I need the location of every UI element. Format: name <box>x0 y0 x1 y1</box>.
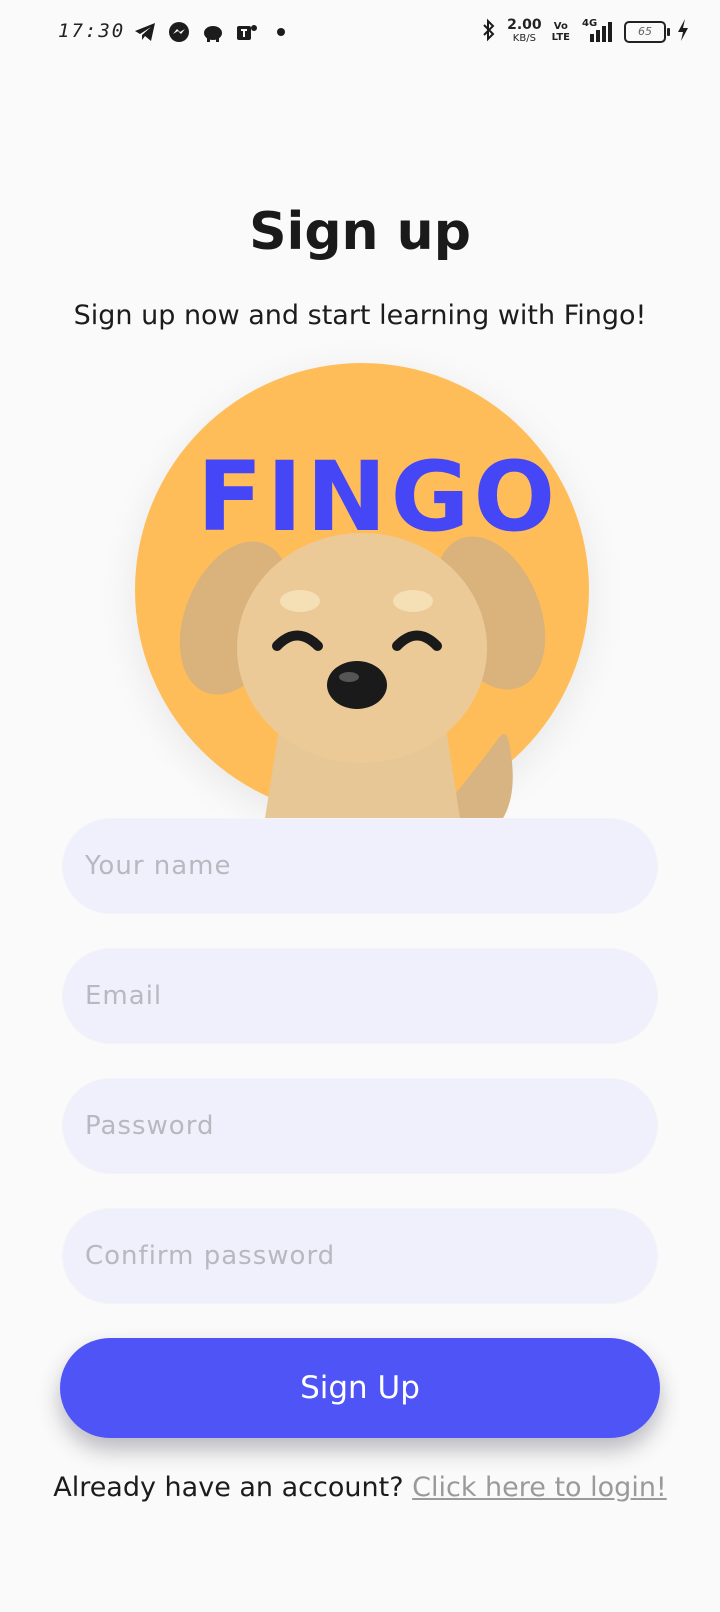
page-subtitle: Sign up now and start learning with Fing… <box>73 300 647 331</box>
network-speed: 2.00 KB/S <box>507 17 542 45</box>
piggy-bank-icon <box>201 20 225 44</box>
signal-icon: 4G <box>580 18 614 44</box>
login-prompt-text: Already have an account? <box>53 1472 404 1503</box>
volte-top: Vo <box>553 21 568 32</box>
battery-indicator: 65 <box>624 21 670 43</box>
password-field[interactable] <box>62 1078 658 1174</box>
sign-up-button[interactable]: Sign Up <box>60 1338 660 1438</box>
teams-icon <box>235 20 259 44</box>
email-field[interactable] <box>62 948 658 1044</box>
confirm-password-field[interactable] <box>62 1208 658 1304</box>
name-field[interactable] <box>62 818 658 914</box>
puppy-mascot-icon <box>179 533 546 818</box>
system-icons: 2.00 KB/S Vo LTE 4G 65 <box>481 18 690 46</box>
dot-icon <box>269 20 293 44</box>
confirm-password-input[interactable] <box>63 1209 657 1303</box>
email-input[interactable] <box>63 949 657 1043</box>
telegram-icon <box>133 20 157 44</box>
login-prompt: Already have an account? Click here to l… <box>0 1472 720 1503</box>
network-type-label: 4G <box>582 18 598 29</box>
volte-indicator: Vo LTE <box>552 21 570 43</box>
hero-illustration: FINGO <box>135 363 589 818</box>
volte-bottom: LTE <box>551 32 570 43</box>
notification-icons <box>133 20 293 44</box>
name-input[interactable] <box>63 819 657 913</box>
status-bar: 17:30 2.00 KB/S Vo LTE 4G 65 <box>0 0 720 66</box>
charging-icon <box>676 18 690 46</box>
messenger-icon <box>167 20 191 44</box>
password-input[interactable] <box>63 1079 657 1173</box>
network-speed-value: 2.00 <box>507 17 542 33</box>
bluetooth-icon <box>481 18 497 46</box>
page-title: Sign up <box>249 202 471 262</box>
login-link[interactable]: Click here to login! <box>412 1472 667 1503</box>
network-speed-unit: KB/S <box>512 33 536 44</box>
status-time: 17:30 <box>58 20 126 42</box>
